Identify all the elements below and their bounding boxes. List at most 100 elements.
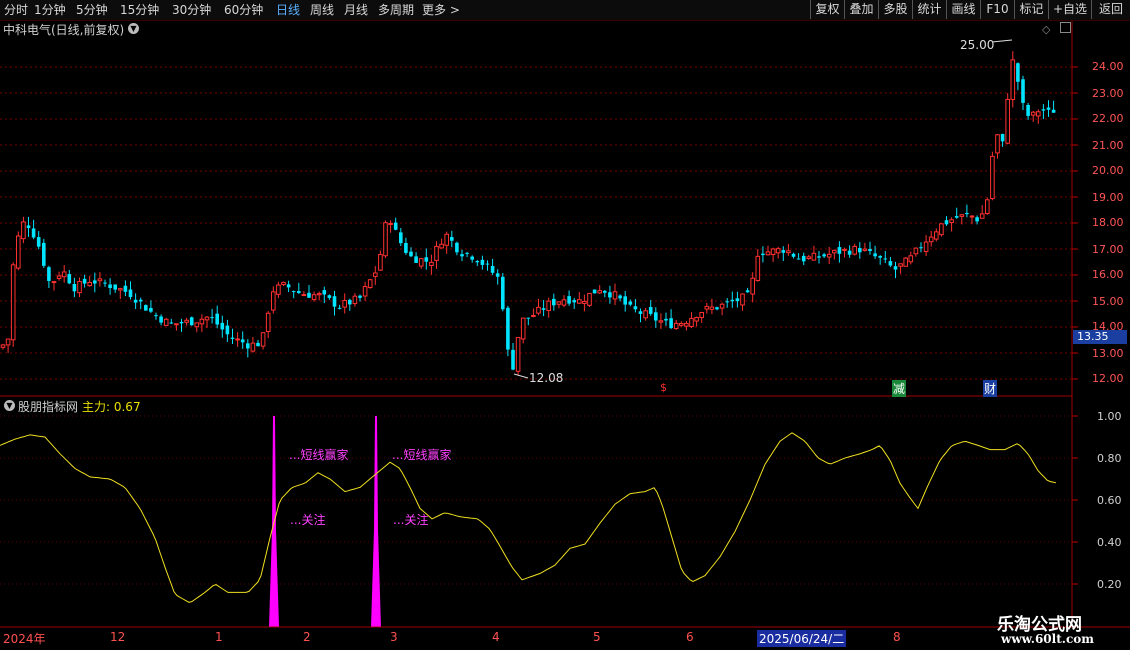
low-price-label: 12.08 [529,371,564,385]
candlestick [42,238,46,268]
candlestick [159,314,163,326]
candlestick [995,133,1000,159]
candlestick [954,207,959,219]
candlestick [979,205,985,219]
candlestick [735,291,740,308]
candlestick [837,241,842,263]
candlestick [358,294,362,302]
candlestick [281,281,286,286]
candlestick [765,245,771,256]
candlestick [740,293,745,311]
candlestick [450,230,454,248]
candlestick [852,243,858,256]
candlestick [806,254,812,260]
candlestick [271,286,276,314]
candlestick [526,317,531,326]
candlestick [858,242,862,259]
candlestick [515,337,521,376]
candlestick [775,246,781,259]
candlestick [811,245,817,261]
candlestick [215,305,219,329]
candlestick [561,295,567,308]
candlestick [862,242,868,252]
candlestick [225,319,230,342]
candlestick [791,252,796,259]
candlestick [439,238,444,249]
candlestick [531,308,536,318]
candlestick [1026,102,1030,120]
price-tick: 16.00 [1092,268,1124,281]
indicator-value: 主力: 0.67 [82,400,141,414]
date-label: 6 [686,630,694,644]
price-tick: 21.00 [1092,139,1124,152]
watermark-url: www.60lt.com [1001,632,1094,646]
candlestick [873,245,877,259]
indicator-tick: 0.40 [1097,536,1122,549]
candlestick [16,231,21,271]
candlestick [664,312,668,326]
candlestick [817,251,821,264]
candlestick [546,297,552,318]
candlestick [628,299,633,307]
candlestick [658,313,664,329]
candlestick [250,336,256,353]
date-label: 3 [390,630,398,644]
candlestick [470,255,474,263]
candlestick [1030,110,1036,122]
candlestick [985,197,990,215]
candlestick [246,339,250,358]
candlestick [133,293,138,309]
candlestick [679,321,684,327]
candlestick [393,217,398,231]
candlestick [265,311,271,339]
candlestick [163,317,169,326]
event-marker[interactable]: $ [660,381,667,394]
candlestick [923,235,929,256]
price-tick: 19.00 [1092,191,1124,204]
candlestick [189,316,194,326]
price-tick: 22.00 [1092,112,1124,125]
candlestick [1016,62,1020,91]
candlestick [399,228,403,246]
signal-label: ...短线赢家 [289,448,349,462]
candlestick [801,252,806,266]
candlestick [362,281,368,301]
candlestick [220,315,225,338]
candlestick [77,277,82,298]
date-label: 4 [492,630,500,644]
candlestick [506,305,510,357]
current-price-tag: 13.35 [1073,330,1127,344]
candlestick [541,299,546,317]
candlestick [603,290,607,298]
candlestick [10,262,16,347]
candlestick [939,223,944,237]
candlestick [1010,51,1016,108]
signal-label: ...关注 [393,513,429,527]
candlestick [179,318,184,332]
candlestick [26,216,31,237]
candlestick [297,282,301,294]
candlestick [383,220,388,258]
candlestick [1021,75,1025,111]
signal-bar [371,416,381,627]
candlestick [108,278,112,295]
candlestick [72,277,77,298]
candlestick [898,263,903,274]
date-label: 2 [303,630,311,644]
candlestick [1046,100,1051,117]
price-tick: 17.00 [1092,243,1124,256]
candlestick [21,216,26,244]
candlestick [144,304,148,311]
price-tick: 12.00 [1092,372,1124,385]
candlestick [552,293,556,311]
finance-marker[interactable]: 财 [983,380,998,397]
chevron-down-icon[interactable]: ▼ [4,400,15,411]
candlestick [327,294,332,300]
candlestick [597,285,603,294]
indicator-title[interactable]: 股朋指标网 [18,398,78,415]
reduce-holding-marker[interactable]: 减 [892,380,907,397]
candlestick [618,294,622,302]
candlestick [332,290,337,316]
candlestick [128,281,133,300]
candlestick [490,258,495,276]
